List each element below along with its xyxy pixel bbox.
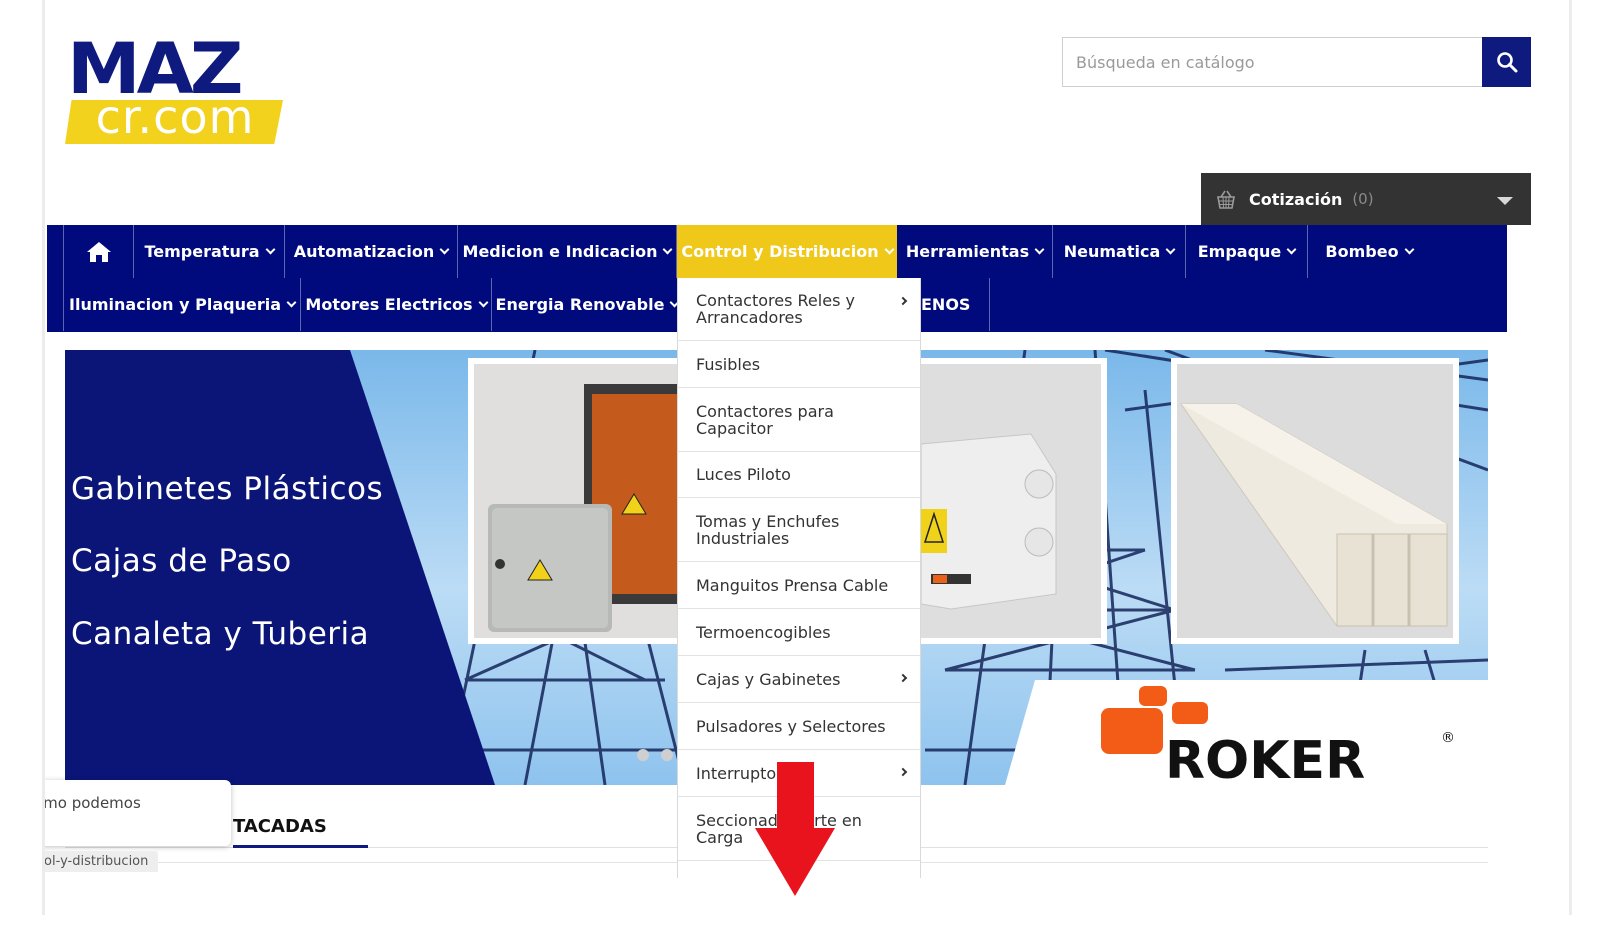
chevron-down-icon [439,244,450,255]
logo-text-bottom: cr.com [95,90,255,144]
red-arrow-annotation [755,762,835,896]
nav-label: Iluminacion y Plaqueria [69,295,281,314]
chevron-down-icon[interactable] [1497,197,1513,205]
nav-label: Neumatica [1063,242,1161,261]
search-button[interactable] [1482,37,1531,87]
chevron-down-icon [884,244,895,255]
home-icon [86,241,111,262]
product-photo-canaleta [1171,358,1459,644]
nav-motores[interactable]: Motores Electricos [301,278,492,331]
product-photo-junction-box [915,358,1107,644]
search-bar [1062,37,1531,87]
nav-label: Temperatura [144,242,260,261]
nav-label: Bombeo [1325,242,1399,261]
nav-herramientas[interactable]: Herramientas [897,225,1053,278]
dropdown-item[interactable]: Luces Piloto [678,452,920,498]
dropdown-item[interactable]: Contactores Reles y Arrancadores [678,278,920,341]
dropdown-item-label: Contactores para Capacitor [696,401,834,438]
chevron-down-icon [265,244,275,255]
chevron-down-icon [478,297,489,308]
dropdown-item-label: Termoencogibles [696,622,831,642]
nav-neumatica[interactable]: Neumatica [1053,225,1186,278]
banner-line-1: Gabinetes Plásticos [71,471,384,507]
dropdown-item-label: Manguitos Prensa Cable [696,575,889,595]
search-input[interactable] [1062,37,1483,87]
roker-wordmark: ROKER [1165,731,1365,782]
status-url: rol-y-distribucion [45,851,159,872]
nav-automatizacion[interactable]: Automatizacion [285,225,458,278]
nav-bombeo[interactable]: Bombeo [1308,225,1430,278]
toast-text: ımo podemos [42,794,141,812]
nav-home[interactable] [63,225,134,278]
quote-cart-button[interactable]: Cotización (0) [1201,173,1531,225]
chevron-right-icon [898,767,908,777]
svg-text:®: ® [1441,730,1455,746]
featured-tab[interactable]: TACADAS [233,816,327,837]
cabinet-illustration [474,364,702,638]
chevron-down-icon [1286,244,1297,255]
nav-label: ENOS [921,295,971,314]
basket-icon [1217,190,1235,209]
dropdown-item-label: Contactores Reles y Arrancadores [696,291,855,327]
banner-line-3: Canaleta y Tuberia [71,616,370,652]
dropdown-item[interactable]: Fusibles [678,341,920,388]
dropdown-item[interactable]: Pulsadores y Selectores [678,703,920,750]
nav-medicion[interactable]: Medicion e Indicacion [458,225,677,278]
chevron-down-icon [286,297,297,308]
nav-label: Herramientas [905,242,1030,261]
chevron-down-icon [1165,244,1176,255]
dropdown-item[interactable]: Cajas y Gabinetes [678,656,920,703]
chevron-right-icon [898,673,908,683]
dropdown-item[interactable]: Termoencogibles [678,609,920,656]
cart-count: (0) [1352,190,1374,208]
dropdown-item-label: Fusibles [696,354,761,374]
nav-iluminacion[interactable]: Iluminacion y Plaqueria [63,278,301,331]
nav-label: Energia Renovable [495,295,665,314]
dropdown-item-label: Pulsadores y Selectores [696,716,886,736]
dropdown-item[interactable]: Tomas y Enchufes Industriales [678,498,920,562]
dropdown-item-label: Cajas y Gabinetes [696,669,841,689]
nav-label: Control y Distribucion [681,242,879,261]
nav-label: Empaque [1197,242,1282,261]
nav-temperatura[interactable]: Temperatura [134,225,285,278]
roker-logo: ROKER ® [1101,686,1455,782]
carousel-dot[interactable] [661,749,673,761]
dropdown-item[interactable]: Manguitos Prensa Cable [678,562,920,609]
junction-box-illustration [920,364,1101,638]
nav-energia-renovable[interactable]: Energia Renovable [492,278,682,331]
chevron-down-icon [1404,244,1415,255]
chevron-down-icon [1034,244,1045,255]
nav-empaque[interactable]: Empaque [1186,225,1308,278]
product-photo-cabinet [468,358,708,644]
search-icon [1496,52,1517,73]
nav-label: Medicion e Indicacion [462,242,658,261]
dropdown-item-label: Luces Piloto [696,465,791,484]
canaleta-illustration [1177,364,1453,638]
dropdown-item-label: Tomas y Enchufes Industriales [696,511,840,548]
chevron-right-icon [898,296,908,306]
cart-label: Cotización [1249,189,1343,209]
chat-toast[interactable]: ımo podemos [42,780,231,846]
banner-line-2: Cajas de Paso [71,543,292,579]
featured-tab-underline [233,845,368,848]
dropdown-item[interactable]: Contactores para Capacitor [678,388,920,452]
nav-label: Motores Electricos [305,295,473,314]
carousel-dot[interactable] [637,749,649,761]
nav-control-distribucion[interactable]: Control y Distribucion [677,225,897,278]
site-logo[interactable]: MAZ cr.com [65,32,287,150]
nav-label: Automatizacion [293,242,435,261]
chevron-down-icon [663,244,673,255]
